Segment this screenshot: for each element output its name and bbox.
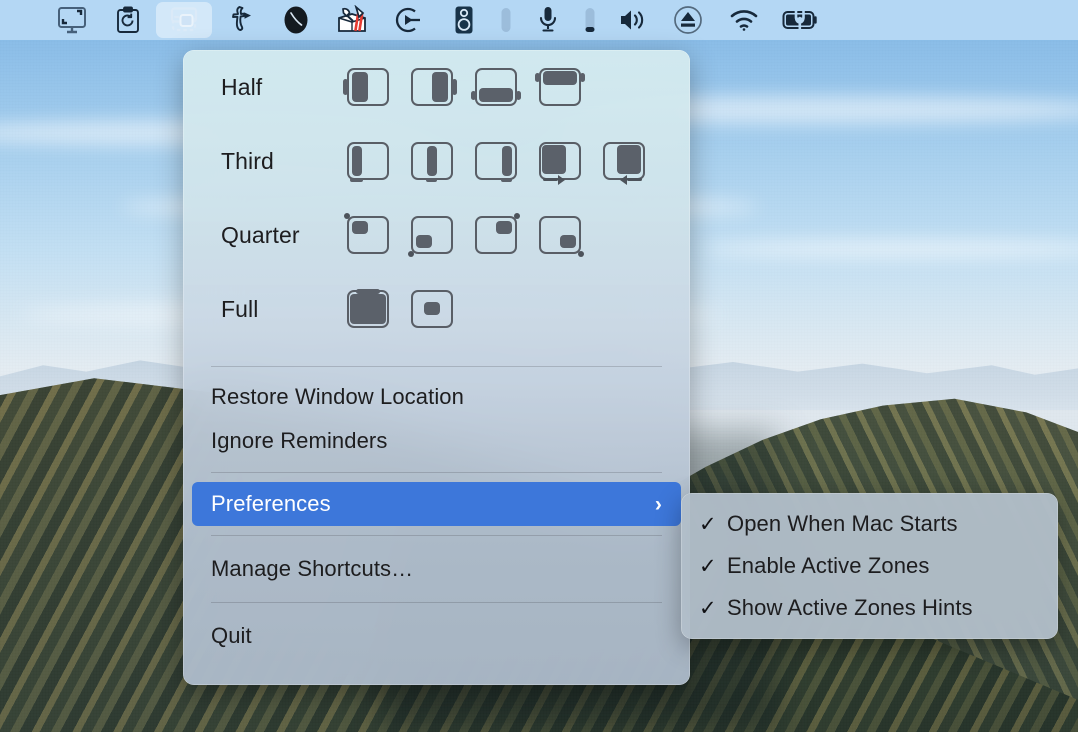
tile-full-screen[interactable] [343,288,393,330]
display-capture-icon[interactable] [44,2,100,38]
tile-third-left[interactable] [343,140,393,182]
submenu-item-label: Open When Mac Starts [727,511,958,536]
tile-half-right[interactable] [407,66,457,108]
battery-charging-icon[interactable] [772,2,828,38]
eject-icon[interactable] [660,2,716,38]
layout-row-full: Full [183,272,690,346]
tile-half-bottom[interactable] [471,66,521,108]
window-tiler-menu: Half Third Quarter Full Restore Window L… [183,50,690,685]
menu-item-label: Ignore Reminders [211,428,388,453]
submenu-item-show-active-zones-hints[interactable]: ✓ Show Active Zones Hints [681,587,1058,629]
row-label-half: Half [221,73,263,100]
checkmark-icon: ✓ [699,554,717,578]
checkmark-icon: ✓ [699,512,717,536]
cloud-streak [700,240,1078,258]
layout-row-quarter: Quarter [183,198,690,272]
tile-half-top[interactable] [535,66,585,108]
submenu-item-label: Enable Active Zones [727,553,930,578]
desktop-screenshot: Half Third Quarter Full Restore Window L… [0,0,1078,732]
tile-quarter-top-right[interactable] [471,213,521,256]
menu-item-restore-window-location[interactable]: Restore Window Location [183,375,690,419]
toolbox-icon[interactable] [324,2,380,38]
row-label-full: Full [221,295,259,322]
layout-row-third: Third [183,124,690,198]
menu-item-ignore-reminders[interactable]: Ignore Reminders [183,419,690,463]
typinator-icon[interactable] [212,2,268,38]
tile-two-third-left[interactable] [535,140,585,185]
tile-third-center[interactable] [407,140,457,182]
menu-item-label: Quit [211,623,252,648]
volume-icon[interactable] [604,2,660,38]
tile-half-left[interactable] [343,66,393,108]
row-label-third: Third [221,147,274,174]
menu-item-preferences[interactable]: Preferences › [192,482,681,526]
microphone-icon[interactable] [520,2,576,38]
row-label-quarter: Quarter [221,221,300,248]
speaker-device-icon[interactable] [436,2,492,38]
moon-phase-icon[interactable] [268,2,324,38]
tile-two-third-right[interactable] [599,140,649,185]
menu-item-quit[interactable]: Quit [183,614,690,658]
tile-quarter-bottom-left[interactable] [407,214,457,257]
macos-menu-bar [0,0,1078,40]
menu-item-label: Preferences [211,491,331,516]
window-tiler-icon[interactable] [156,2,212,38]
submenu-item-enable-active-zones[interactable]: ✓ Enable Active Zones [681,545,1058,587]
tile-center-window[interactable] [407,288,457,330]
menu-item-manage-shortcuts[interactable]: Manage Shortcuts… [183,547,690,591]
submenu-item-label: Show Active Zones Hints [727,595,973,620]
tile-third-right[interactable] [471,140,521,182]
menu-item-label: Restore Window Location [211,384,464,409]
elgato-icon[interactable] [380,2,436,38]
output-level-meter [492,2,520,38]
checkmark-icon: ✓ [699,596,717,620]
menu-item-label: Manage Shortcuts… [211,556,414,581]
submenu-item-open-when-mac-starts[interactable]: ✓ Open When Mac Starts [681,503,1058,545]
wifi-icon[interactable] [716,2,772,38]
clipboard-history-icon[interactable] [100,2,156,38]
input-level-meter [576,2,604,38]
preferences-submenu: ✓ Open When Mac Starts ✓ Enable Active Z… [681,493,1058,639]
tile-quarter-top-left[interactable] [343,213,393,256]
layout-row-half: Half [183,50,690,124]
tile-quarter-bottom-right[interactable] [535,214,585,257]
chevron-right-icon: › [654,492,662,516]
